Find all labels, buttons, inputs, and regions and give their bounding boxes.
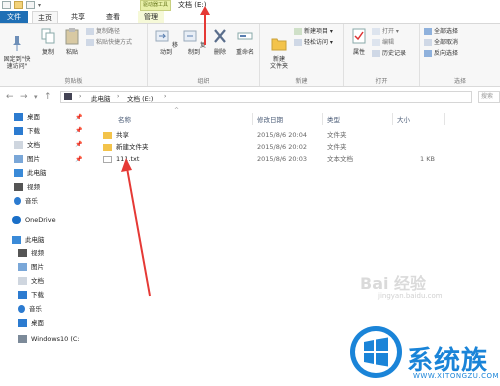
arrow-to-share-folder [121,158,151,297]
baidu-watermark-url: jingyan.baidu.com [378,292,443,300]
windows-logo-icon [350,326,402,378]
logo-url: WWW.XITONGZU.COM [413,372,500,380]
baidu-watermark: Bai 经验 [360,274,427,293]
arrow-to-drive-tools [200,6,210,45]
annotation-arrows [121,6,210,297]
